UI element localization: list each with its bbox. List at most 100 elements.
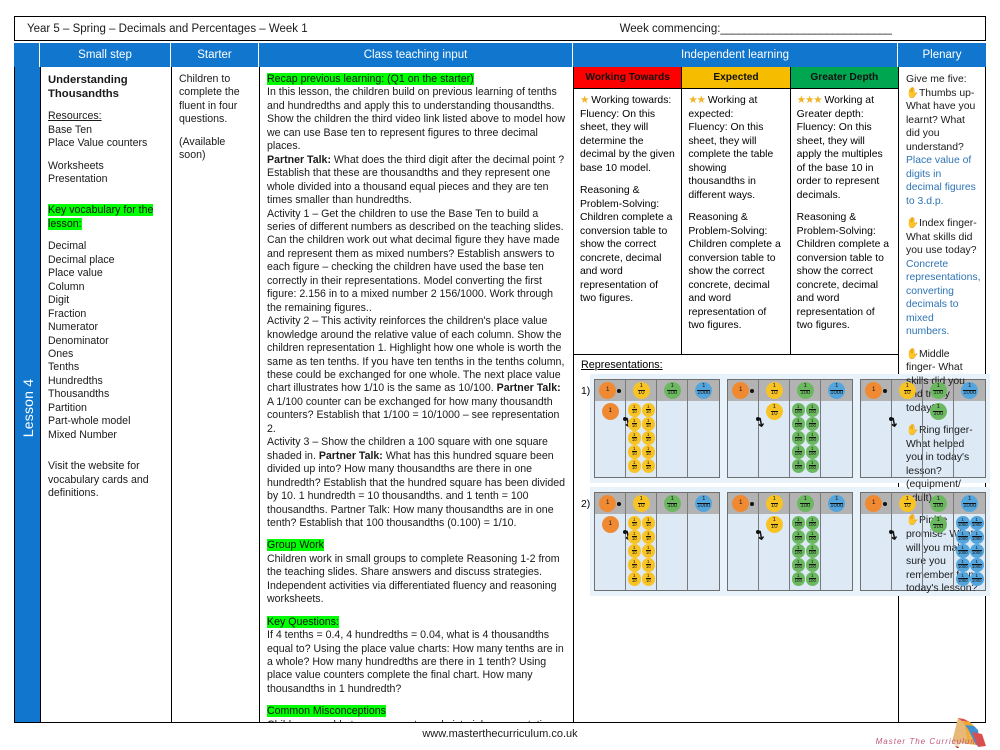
fraction-value: 1 100 xyxy=(808,446,816,457)
counter-stack: 1 10 xyxy=(759,516,789,533)
lesson-number-tab: Lesson 4 xyxy=(15,67,41,722)
band-cell-working-towards: ★ Working towards: Fluency: On this shee… xyxy=(574,89,683,354)
fraction-denominator: 10 xyxy=(770,523,778,531)
independent-learning-column: Working Towards Expected Greater Depth ★… xyxy=(574,67,991,722)
place-value-chart: 11101100110001↘1101101101101101101101101… xyxy=(594,379,721,478)
fraction-denominator: 10 xyxy=(637,502,645,510)
place-value-body-cell: 1 10 xyxy=(759,401,791,477)
place-value-counter: 1 100 xyxy=(805,403,819,417)
activity-2: Activity 2 – This activity reinforces th… xyxy=(267,315,565,435)
footer-website-url[interactable]: www.masterthecurriculum.co.uk xyxy=(0,728,1000,740)
header-counter-group: 1 1000 xyxy=(695,382,713,399)
band-heading: ★★★ Working at Greater depth: xyxy=(796,95,874,120)
place-value-header-cell: 1 xyxy=(728,380,760,401)
fraction-denominator: 10 xyxy=(645,564,651,570)
header-starter: Starter xyxy=(171,43,259,67)
fraction-value: 1 10 xyxy=(631,404,637,415)
place-value-counter: 1 100 xyxy=(791,459,805,473)
fraction-value: 1 100 xyxy=(794,418,802,429)
vocabulary-item: Column xyxy=(48,280,85,293)
fraction-value: 1 10 xyxy=(637,496,645,510)
fraction-value: 1 100 xyxy=(667,383,678,397)
header-small-step: Small step xyxy=(40,43,171,67)
place-value-header-cell: 1 100 xyxy=(923,380,955,401)
vocabulary-item: Thousandths xyxy=(48,388,110,401)
fraction-value: 1 100 xyxy=(808,559,816,570)
fraction-denominator: 100 xyxy=(794,550,802,556)
starter-column: Children to complete the fluent in four … xyxy=(172,67,260,722)
header-counter-group: 1 10 xyxy=(632,495,650,512)
band-cell-expected: ★★ Working at expected: Fluency: On this… xyxy=(682,89,791,354)
place-value-body-cell xyxy=(892,514,924,590)
key-questions-heading: Key Questions: xyxy=(267,615,339,628)
fraction-value: 1 10 xyxy=(645,559,651,570)
fraction-denominator: 1000 xyxy=(971,536,982,542)
fraction-value: 1 10 xyxy=(645,545,651,556)
header-counter-group: 1 1000 xyxy=(828,382,846,399)
fraction-value: 1 10 xyxy=(770,496,778,510)
place-value-header-cell: 1 xyxy=(861,493,893,514)
fraction-denominator: 100 xyxy=(794,564,802,570)
place-value-counter: 1 100 xyxy=(791,403,805,417)
fraction-denominator: 1000 xyxy=(957,564,968,570)
fraction-denominator: 10 xyxy=(645,451,651,457)
place-value-body-cell: 1 10 xyxy=(759,514,791,590)
place-value-counter: 1 10 xyxy=(641,572,655,586)
fraction-denominator: 10 xyxy=(631,437,637,443)
vocabulary-item: Denominator xyxy=(48,334,109,347)
band-reasoning: Reasoning & Problem-Solving: Children co… xyxy=(688,212,781,332)
place-value-counter: 1 100 xyxy=(805,459,819,473)
fraction-value: 1 10 xyxy=(645,531,651,542)
fraction-denominator: 100 xyxy=(794,465,802,471)
place-value-counter: 1 100 xyxy=(805,544,819,558)
place-value-counter: 1 10 xyxy=(627,403,641,417)
place-value-body-cell: ↘ xyxy=(861,401,902,477)
place-value-header-cell: 1 xyxy=(595,380,627,401)
fraction-value: 1 100 xyxy=(794,559,802,570)
counter-value: 1 xyxy=(608,520,612,528)
group-work-body: Children work in small groups to complet… xyxy=(267,552,560,606)
fraction-denominator: 100 xyxy=(808,578,816,584)
resource-item: Base Ten xyxy=(48,123,92,136)
fraction-denominator: 100 xyxy=(667,502,678,510)
place-value-counter: 1 100 xyxy=(929,382,947,399)
fraction-denominator: 10 xyxy=(645,550,651,556)
place-value-header-cell: 1 1000 xyxy=(954,493,985,514)
place-value-chart: 1 1 10 1 100 1 1000 ↘ 1 10 1 100 1 100 1 100 1 100 1 100 1 10… xyxy=(727,492,854,591)
fraction-denominator: 100 xyxy=(794,423,802,429)
counter-stack: 1 10 1 10 1 10 1 10 1 10 1 10 1 10 1 10 1 10 1 10 xyxy=(626,403,656,473)
representation-panel: 11101100110001↘1101101101101101101101101… xyxy=(590,487,991,596)
place-value-counter: 1 100 xyxy=(796,495,814,512)
fraction-denominator: 10 xyxy=(645,522,651,528)
place-value-body-cell: 1↘ xyxy=(595,514,636,590)
fraction-value: 1 10 xyxy=(631,460,637,471)
key-vocabulary-heading: Key vocabulary for the lesson: xyxy=(48,204,154,230)
table-body: Lesson 4 Understanding Thousandths Resou… xyxy=(14,67,991,723)
hand-icon: ✋ xyxy=(906,348,919,360)
plenary-question-text: What have you learnt? What did you under… xyxy=(906,101,976,153)
place-value-counter: 1 1000 xyxy=(970,572,984,586)
place-value-header-cell: 1 10 xyxy=(759,380,791,401)
fraction-value: 1 10 xyxy=(631,446,637,457)
small-step-title: Understanding Thousandths xyxy=(48,74,128,101)
place-value-counter: 1 100 xyxy=(805,445,819,459)
fraction-value: 1 100 xyxy=(808,404,816,415)
fraction-value: 1 10 xyxy=(770,517,778,531)
fraction-denominator: 100 xyxy=(808,465,816,471)
fraction-denominator: 10 xyxy=(903,389,911,397)
fraction-denominator: 100 xyxy=(933,523,944,531)
decimal-point-icon xyxy=(617,501,622,506)
fraction-value: 1 100 xyxy=(933,517,944,531)
counter-stack: 1 10 xyxy=(759,403,789,420)
place-value-header-cell: 1 10 xyxy=(626,380,658,401)
place-value-body-cell xyxy=(821,514,852,590)
fraction-value: 1 100 xyxy=(667,496,678,510)
place-value-counter: 1 1000 xyxy=(956,530,970,544)
place-value-counter: 1 xyxy=(601,403,619,420)
fraction-denominator: 10 xyxy=(631,423,637,429)
attainment-band-header-row: Working Towards Expected Greater Depth xyxy=(574,67,898,89)
hand-icon: ✋ xyxy=(906,87,919,99)
fraction-denominator: 10 xyxy=(645,437,651,443)
fraction-denominator: 100 xyxy=(808,536,816,542)
place-value-counter: 1 1000 xyxy=(970,516,984,530)
